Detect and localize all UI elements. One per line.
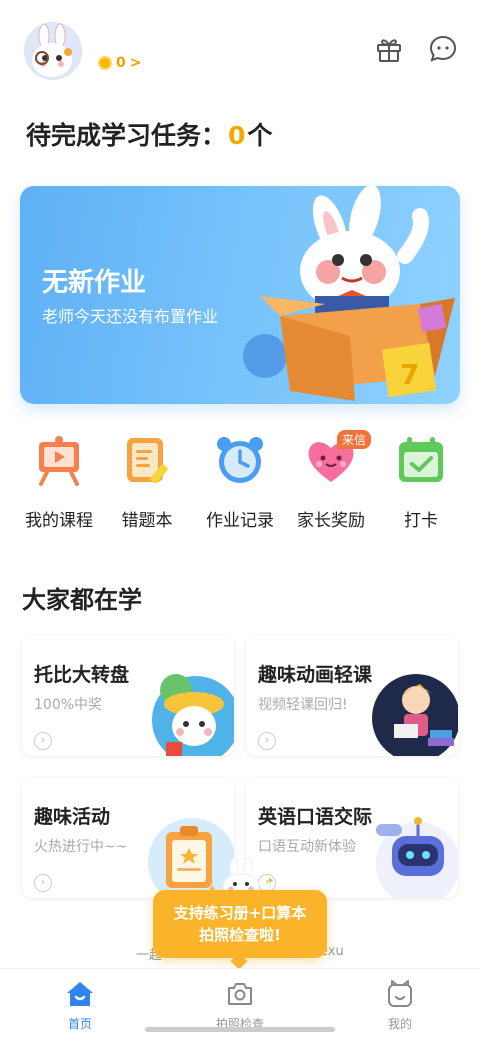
card-subtitle: 100%中奖: [34, 697, 103, 713]
bunny-avatar-icon: [24, 22, 82, 80]
quick-action-my-courses[interactable]: 我的课程: [14, 434, 104, 531]
quick-action-parent-rewards[interactable]: 来信 家长奖励: [286, 430, 376, 531]
easel-video-icon: [39, 436, 79, 486]
card-title: 趣味动画轻课: [258, 664, 373, 686]
card-fun-activities[interactable]: 趣味活动 火热进行中~~ ›: [22, 778, 234, 898]
quick-action-label: 我的课程: [25, 511, 93, 531]
chevron-right-icon: ›: [258, 732, 276, 750]
tooltip-line-2: 拍照检查啦!: [199, 926, 281, 944]
card-oral-english[interactable]: 英语口语交际 口语互动新体验 ›: [246, 778, 458, 898]
card-title: 托比大转盘: [34, 664, 130, 686]
quick-action-mistake-book[interactable]: 错题本: [102, 434, 192, 531]
svg-text:✦: ✦: [266, 876, 274, 887]
bunny-hat-illustration: [152, 674, 234, 756]
card-subtitle: 口语互动新体验: [258, 839, 356, 855]
banner-title: 无新作业: [42, 268, 147, 298]
coin-icon: [98, 56, 112, 70]
banner-subtitle: 老师今天还没有布置作业: [42, 307, 219, 326]
quick-action-label: 错题本: [121, 511, 173, 531]
home-icon: [67, 982, 93, 1006]
boy-reading-illustration: [372, 674, 458, 756]
header: 0 >: [0, 0, 480, 100]
photo-check-tooltip[interactable]: 支持练习册+口算本 拍照检查啦!: [153, 890, 327, 958]
chevron-right-icon: >: [129, 55, 142, 71]
clock-icon: [217, 437, 263, 483]
card-subtitle: 火热进行中~~: [34, 839, 128, 855]
tab-label: 我的: [387, 1017, 412, 1031]
tab-label: 首页: [67, 1017, 92, 1031]
coin-count: 0: [116, 55, 126, 71]
chat-icon[interactable]: [428, 34, 458, 64]
quick-action-label: 家长奖励: [297, 511, 365, 531]
chevron-right-icon: ›: [34, 732, 52, 750]
tab-home[interactable]: 首页: [30, 979, 130, 1032]
card-animation-lessons[interactable]: 趣味动画轻课 视频轻课回归! ›: [246, 636, 458, 756]
card-subtitle: 视频轻课回归!: [258, 697, 348, 713]
notebook-icon: [127, 438, 168, 484]
pending-tasks-prefix: 待完成学习任务：: [26, 121, 227, 150]
pending-tasks-count: 0: [228, 121, 246, 150]
quick-action-checkin[interactable]: 打卡: [376, 434, 466, 531]
homework-banner[interactable]: 无新作业 老师今天还没有布置作业 7: [20, 186, 460, 404]
pending-tasks-suffix: 个: [247, 121, 273, 150]
quick-action-label: 打卡: [404, 511, 438, 531]
pending-tasks-title: 待完成学习任务： 0 个: [26, 116, 272, 152]
card-title: 趣味活动: [34, 806, 111, 828]
bunny-profile-icon: [388, 980, 412, 1007]
quick-actions: 我的课程 错题本 作业记录 来信 家长奖励 打卡: [0, 430, 480, 534]
card-title: 英语口语交际: [258, 806, 373, 828]
tab-mine[interactable]: 我的: [350, 979, 450, 1032]
home-indicator: [145, 1027, 335, 1032]
new-letter-badge: 来信: [336, 430, 371, 449]
camera-icon: [228, 983, 252, 1005]
tooltip-line-1: 支持练习册+口算本: [173, 904, 307, 922]
calendar-check-icon: [399, 437, 443, 482]
gift-icon[interactable]: [374, 34, 404, 64]
quick-action-homework-records[interactable]: 作业记录: [195, 434, 285, 531]
tab-photo-check[interactable]: 拍照检查: [190, 979, 290, 1032]
bunny-in-box-illustration: 7: [243, 186, 455, 401]
robot-illustration: [376, 817, 458, 898]
section-title: 大家都在学: [22, 586, 142, 614]
quick-action-label: 作业记录: [206, 511, 274, 531]
chevron-right-icon: ›: [34, 874, 52, 892]
avatar[interactable]: [24, 22, 82, 80]
banner-art-digit: 7: [400, 358, 419, 391]
card-spin-wheel[interactable]: 托比大转盘 100%中奖 ›: [22, 636, 234, 756]
heart-face-icon-wrap: 来信: [305, 430, 371, 486]
coin-balance[interactable]: 0 >: [98, 55, 141, 71]
